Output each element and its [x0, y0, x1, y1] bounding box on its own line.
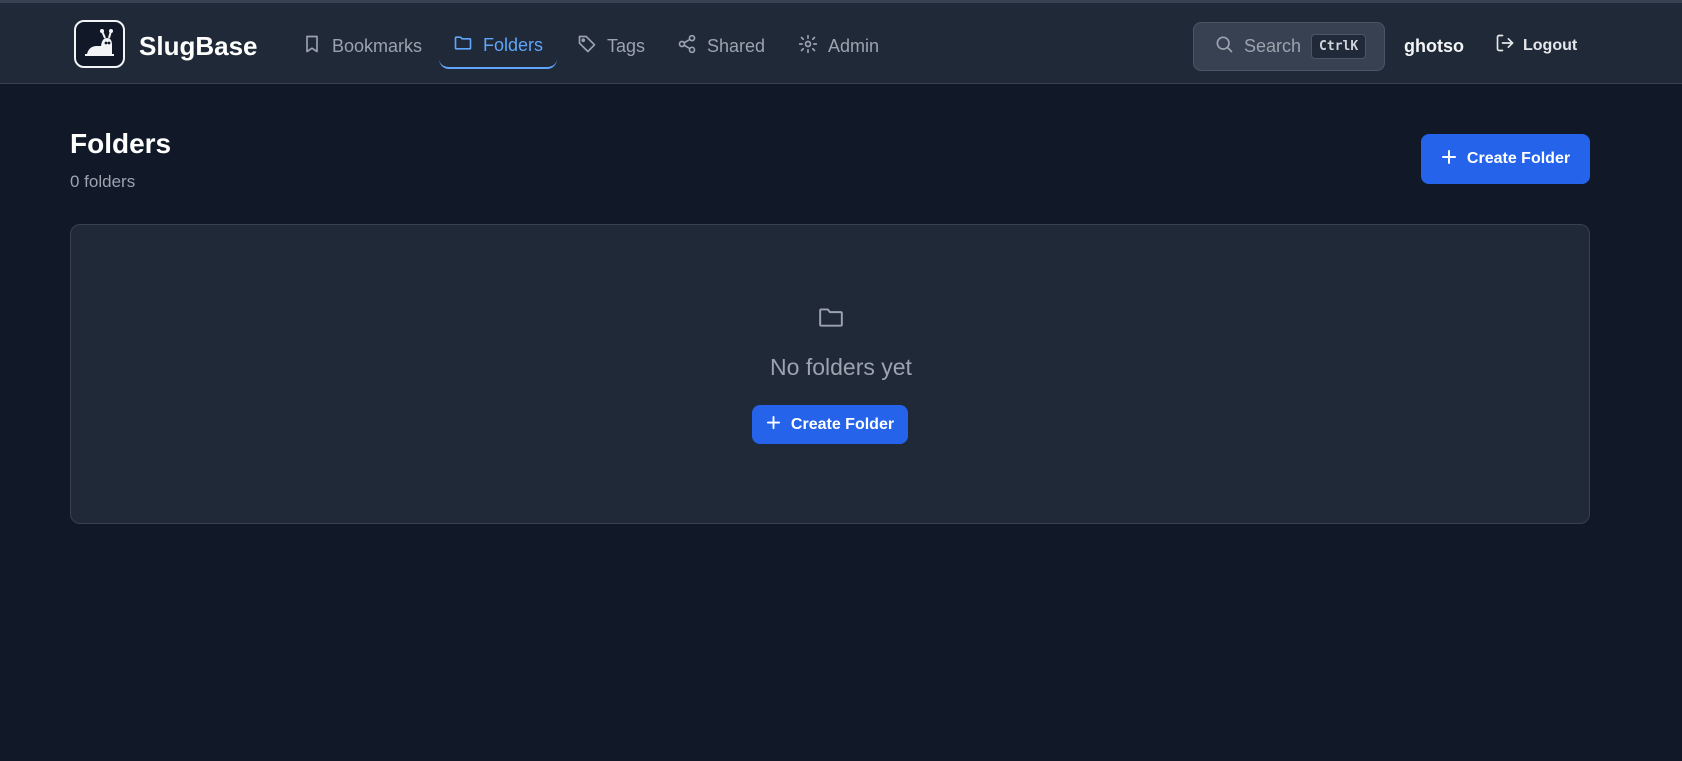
folder-count: 0 folders: [70, 172, 136, 191]
nav-label: Folders: [483, 34, 544, 55]
folder-icon: [818, 305, 844, 329]
page-title: Folders: [70, 128, 172, 159]
gear-icon: [798, 34, 818, 59]
slug-logo-icon[interactable]: [74, 20, 125, 68]
bookmark-icon: [302, 34, 322, 59]
search-button[interactable]: Search CtrlK: [1193, 22, 1385, 71]
search-label: Search: [1244, 36, 1302, 56]
nav-bookmarks[interactable]: Bookmarks: [288, 23, 436, 69]
logout-button[interactable]: Logout: [1495, 33, 1577, 58]
nav-label: Tags: [607, 35, 646, 56]
create-folder-button[interactable]: Create Folder: [1421, 134, 1590, 184]
button-label: Create Folder: [1466, 150, 1571, 167]
username: ghotso: [1404, 36, 1464, 56]
logout-label: Logout: [1523, 36, 1578, 54]
nav-label: Bookmarks: [332, 35, 423, 56]
search-icon: [1214, 34, 1234, 59]
brand-name[interactable]: SlugBase: [139, 31, 258, 61]
nav-shared[interactable]: Shared: [663, 23, 779, 69]
plus-icon: [766, 415, 781, 435]
empty-state-message: No folders yet: [770, 354, 912, 380]
share-icon: [677, 34, 697, 59]
button-label: Create Folder: [790, 415, 895, 433]
plus-icon: [1441, 149, 1457, 170]
empty-state-create-folder-button[interactable]: Create Folder: [752, 405, 908, 444]
nav-admin[interactable]: Admin: [784, 23, 893, 69]
tag-icon: [577, 34, 597, 59]
nav-label: Admin: [828, 35, 880, 56]
nav-label: Shared: [707, 35, 766, 56]
nav-tags[interactable]: Tags: [563, 23, 659, 69]
top-navigation-bar: SlugBase Bookmarks Folders Tags Shared A…: [0, 0, 1682, 84]
folder-icon: [453, 33, 473, 58]
nav-folders[interactable]: Folders: [439, 23, 557, 69]
keyboard-shortcut-badge: CtrlK: [1311, 34, 1367, 59]
logout-icon: [1495, 33, 1515, 58]
